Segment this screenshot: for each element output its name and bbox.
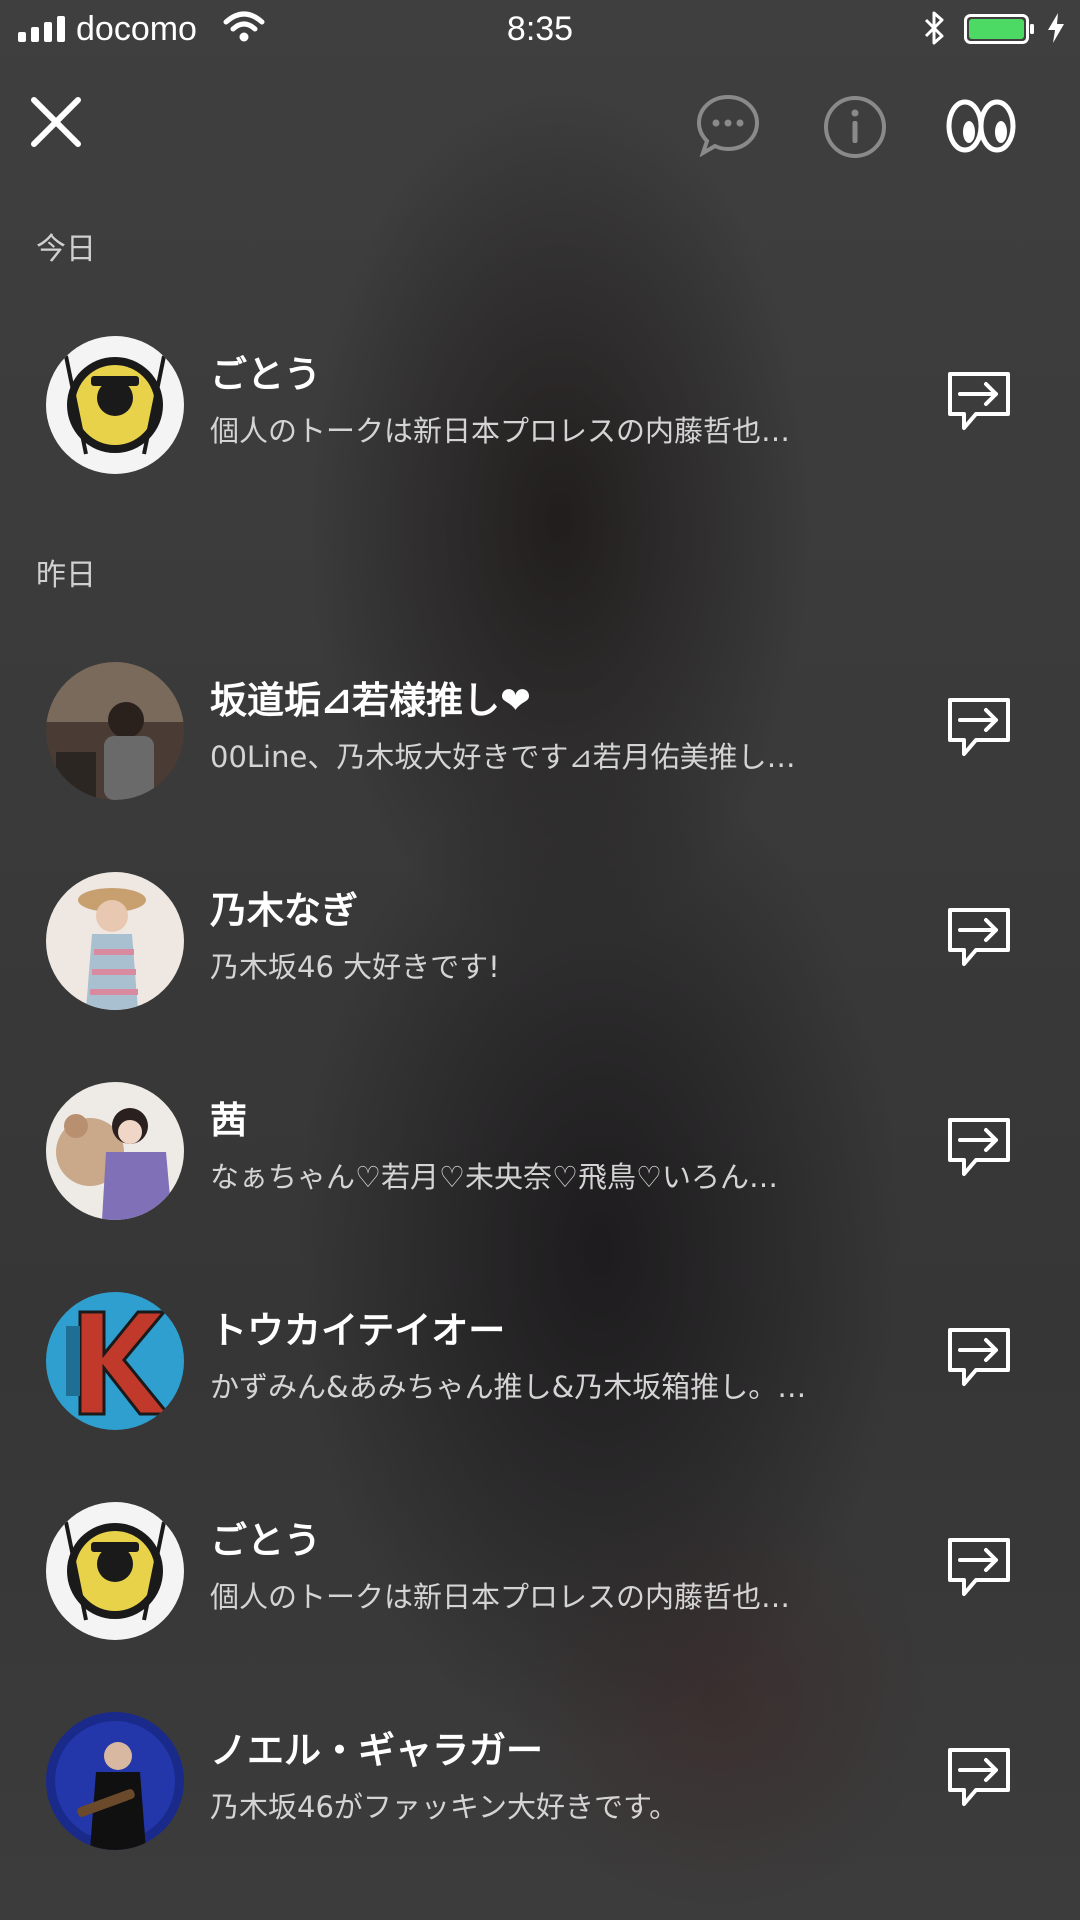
status-message: 00Line、乃木坂大好きです⊿若月佑美推し… [210,740,796,774]
share-icon[interactable] [946,1746,1012,1810]
status-message: 個人のトークは新日本プロレスの内藤哲也… [210,414,791,448]
close-icon[interactable] [28,94,84,150]
list-item[interactable]: トウカイテイオー かずみん&あみちゃん推し&乃木坂箱推し。… [0,1282,1080,1442]
avatar [46,1712,184,1850]
list-item[interactable]: 坂道垢⊿若様推し❤ 00Line、乃木坂大好きです⊿若月佑美推し… [0,652,1080,812]
avatar [46,1292,184,1430]
avatar [46,1082,184,1220]
list-item[interactable]: 茜 なぁちゃん♡若月♡未央奈♡飛鳥♡いろん… [0,1072,1080,1232]
chat-bubble-dots-icon[interactable] [695,93,761,157]
status-message: 乃木坂46 大好きです! [210,950,500,984]
share-icon[interactable] [946,906,1012,970]
avatar [46,336,184,474]
status-message: 乃木坂46がファッキン大好きです。 [210,1790,679,1824]
eyes-icon[interactable] [945,96,1017,156]
share-sheet: docomo 8:35 今日 ごとう 個人のトークは新日本プロレスの内藤哲也… … [0,0,1080,1920]
contact-name: ごとう [210,1519,321,1562]
share-icon[interactable] [946,1536,1012,1600]
contact-name: 茜 [210,1099,247,1142]
status-message: 個人のトークは新日本プロレスの内藤哲也… [210,1580,791,1614]
share-icon[interactable] [946,1116,1012,1180]
status-bar: docomo 8:35 [0,0,1080,58]
section-label-today: 今日 [36,232,96,267]
info-icon[interactable] [822,94,888,160]
contact-name: ごとう [210,353,321,396]
share-icon[interactable] [946,696,1012,760]
clock: 8:35 [506,10,574,48]
battery-icon [964,14,1034,44]
avatar [46,662,184,800]
contact-name: 坂道垢⊿若様推し❤ [210,679,532,722]
contact-name: トウカイテイオー [210,1309,506,1352]
bluetooth-icon [924,11,944,45]
avatar [46,1502,184,1640]
section-label-yesterday: 昨日 [36,558,96,593]
list-item[interactable]: ごとう 個人のトークは新日本プロレスの内藤哲也… [0,326,1080,486]
list-item[interactable]: ノエル・ギャラガー 乃木坂46がファッキン大好きです。 [0,1702,1080,1862]
avatar [46,872,184,1010]
status-message: なぁちゃん♡若月♡未央奈♡飛鳥♡いろん… [210,1160,778,1194]
share-icon[interactable] [946,1326,1012,1390]
charging-icon [1048,13,1064,43]
status-message: かずみん&あみちゃん推し&乃木坂箱推し。… [210,1370,807,1404]
contact-name: ノエル・ギャラガー [210,1729,543,1772]
contact-name: 乃木なぎ [210,889,358,932]
list-item[interactable]: ごとう 個人のトークは新日本プロレスの内藤哲也… [0,1492,1080,1652]
share-icon[interactable] [946,370,1012,434]
list-item[interactable]: 乃木なぎ 乃木坂46 大好きです! [0,862,1080,1022]
